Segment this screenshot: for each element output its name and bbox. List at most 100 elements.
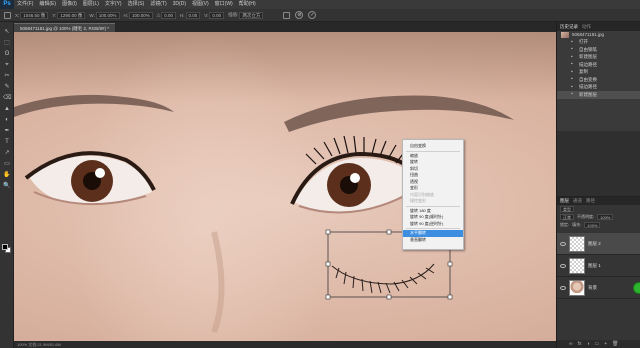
history-item-label: 描边路径 [579, 84, 597, 90]
tab-paths[interactable]: 路径 [586, 198, 595, 204]
angle-input[interactable]: 0.00 [161, 11, 177, 19]
visibility-eye-icon[interactable] [560, 285, 566, 290]
history-item[interactable]: ▪ 新建图层 [557, 54, 640, 62]
brush-tool-icon[interactable]: ✎ [3, 83, 11, 91]
menu-file[interactable]: 文件(F) [14, 0, 36, 9]
history-item-label: 描边路径 [579, 61, 597, 67]
vskew-field[interactable]: V: 0.00 [204, 11, 225, 19]
history-item[interactable]: ▪ 自由钢笔 [557, 46, 640, 54]
dodge-tool-icon[interactable]: ◐ [3, 116, 11, 124]
hskew-input[interactable]: 0.00 [185, 11, 201, 19]
ctx-flip-vertical[interactable]: 垂直翻转 [403, 237, 463, 244]
move-tool-icon[interactable]: ↖ [3, 28, 11, 36]
document-canvas[interactable] [14, 32, 556, 341]
hand-tool-icon[interactable]: ✋ [3, 171, 11, 179]
menu-image[interactable]: 图像(I) [59, 0, 80, 9]
angle-field[interactable]: △ 0.00 [157, 11, 177, 19]
history-item[interactable]: ▪ 复制 [557, 69, 640, 77]
h-input[interactable]: 100.00% [129, 11, 153, 19]
layer-kind-select[interactable]: 类型 [560, 206, 574, 212]
lower-lash-strokes [331, 263, 435, 294]
tab-actions[interactable]: 动作 [582, 24, 591, 30]
lock-label: 锁定: [560, 222, 570, 227]
menu-window[interactable]: 窗口(W) [212, 0, 236, 9]
x-input[interactable]: 1046.50 像 [20, 11, 49, 19]
visibility-eye-icon[interactable] [560, 241, 566, 246]
history-item[interactable]: ▪ 自由变换 [557, 76, 640, 84]
cancel-transform-button[interactable]: ⊘ [295, 11, 304, 19]
history-step-icon: ▪ [571, 83, 573, 90]
menu-3d[interactable]: 3D(D) [170, 0, 189, 9]
history-item[interactable]: ▪ 打开 [557, 39, 640, 47]
history-item-active[interactable]: ▪ 新建图层 [557, 91, 640, 99]
transform-context-menu: 自由变换 缩放 旋转 斜切 扭曲 透视 变形 内容识别缩放 操控变形 旋转 18… [402, 139, 464, 250]
right-panel-dock: 历史记录 动作 5068471181.jpg ▪ 打开 ▪ 自由钢笔 ▪ 新建图层 ▪… [556, 22, 640, 348]
eraser-tool-icon[interactable]: ⌫ [3, 94, 11, 102]
history-item-label: 自由钢笔 [579, 46, 597, 52]
quick-select-icon[interactable]: ⌖ [3, 61, 11, 69]
type-tool-icon[interactable]: T [3, 138, 11, 146]
tab-layers[interactable]: 图层 [560, 198, 569, 204]
opacity-input[interactable]: 100% [597, 214, 614, 220]
menu-type[interactable]: 文字(Y) [102, 0, 125, 9]
menu-filter[interactable]: 滤镜(T) [147, 0, 169, 9]
pen-tool-icon[interactable]: ✒ [3, 127, 11, 135]
tab-history[interactable]: 历史记录 [560, 24, 578, 30]
link-layers-icon[interactable]: ∞ [569, 341, 573, 347]
delete-layer-icon[interactable]: 🗑 [612, 341, 618, 347]
layer-row[interactable]: 图层 2 [557, 233, 640, 255]
commit-transform-button[interactable]: ✓ [308, 11, 317, 19]
path-select-icon[interactable]: ↗ [3, 149, 11, 157]
y-field[interactable]: Y: 1290.00 像 [52, 11, 86, 19]
interpolation-select[interactable]: 两次立方 [239, 11, 264, 19]
history-step-icon: ▪ [571, 76, 573, 83]
zoom-tool-icon[interactable]: 🔍 [3, 182, 11, 190]
foreground-color-swatch[interactable] [2, 244, 8, 250]
ctx-rotate-90-ccw[interactable]: 旋转 90 度(逆时针) [403, 221, 463, 228]
w-input[interactable]: 100.00% [95, 11, 120, 19]
w-field[interactable]: W: 100.00% [89, 11, 120, 19]
y-label: Y: [52, 12, 57, 18]
opacity-label: 不透明度: [577, 214, 595, 219]
layer-style-icon[interactable]: fx [578, 341, 582, 347]
blend-mode-select[interactable]: 正常 [560, 214, 574, 220]
vskew-label: V: [204, 12, 209, 18]
floating-badge-icon[interactable] [633, 282, 640, 294]
adjustment-layer-icon[interactable]: ◑ [586, 341, 589, 347]
warp-mode-icon[interactable] [283, 11, 291, 19]
right-eyebrow [284, 95, 514, 132]
hskew-field[interactable]: H: 0.00 [180, 11, 201, 19]
y-input[interactable]: 1290.00 像 [57, 11, 86, 19]
menu-edit[interactable]: 编辑(E) [36, 0, 59, 9]
visibility-eye-icon[interactable] [560, 263, 566, 268]
history-item[interactable]: ▪ 描边路径 [557, 84, 640, 92]
history-snapshot[interactable]: 5068471181.jpg [557, 31, 640, 39]
shape-tool-icon[interactable]: ▭ [3, 160, 11, 168]
menu-view[interactable]: 视图(V) [189, 0, 212, 9]
marquee-tool-icon[interactable]: ⬚ [3, 39, 11, 47]
gradient-tool-icon[interactable]: ▲ [3, 105, 11, 113]
ctx-free-transform[interactable]: 自由变换 [403, 143, 463, 150]
history-item-label: 新建图层 [579, 91, 597, 97]
history-panel-tabs: 历史记录 动作 [557, 22, 640, 31]
new-layer-icon[interactable]: + [604, 341, 607, 347]
document-tab[interactable]: 5068471181.jpg @ 100% (睫毛 2, RGB/8#) * [14, 23, 116, 32]
layer-row[interactable]: 背景 [557, 277, 640, 299]
h-field[interactable]: H: 100.00% [124, 11, 153, 19]
tab-channels[interactable]: 通道 [573, 198, 582, 204]
crop-tool-icon[interactable]: ✂ [3, 72, 11, 80]
x-field[interactable]: X: 1046.50 像 [15, 11, 49, 19]
layer-row[interactable]: 图层 1 [557, 255, 640, 277]
menu-layer[interactable]: 图层(L) [80, 0, 102, 9]
fill-input[interactable]: 100% [584, 222, 601, 228]
menu-select[interactable]: 选择(S) [125, 0, 148, 9]
menu-help[interactable]: 帮助(H) [236, 0, 259, 9]
transform-reference-icon[interactable] [4, 11, 11, 19]
history-item[interactable]: ▪ 描边路径 [557, 61, 640, 69]
history-list: 5068471181.jpg ▪ 打开 ▪ 自由钢笔 ▪ 新建图层 ▪ 描边路径 ▪ 复制… [557, 31, 640, 131]
vskew-input[interactable]: 0.00 [209, 11, 225, 19]
interpolation-field[interactable]: 插值: 两次立方 [228, 11, 264, 19]
snapshot-thumbnail [561, 31, 569, 38]
group-icon[interactable]: ▭ [595, 341, 600, 347]
lasso-tool-icon[interactable]: ʘ [3, 50, 11, 58]
